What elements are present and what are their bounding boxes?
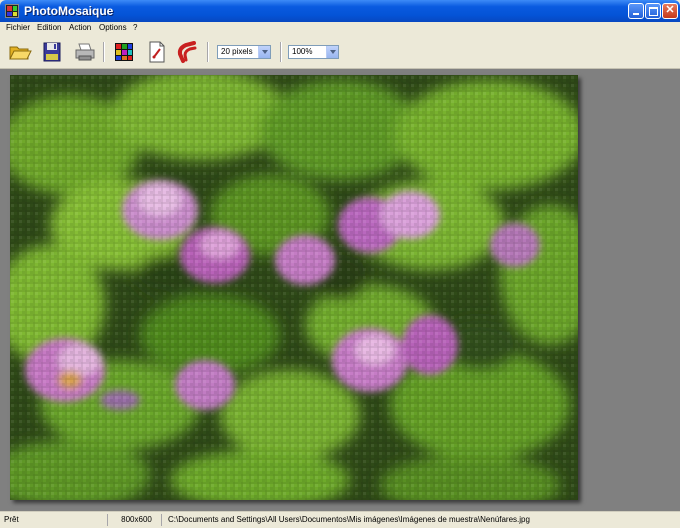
tile-size-value: 20 pixels: [221, 47, 253, 56]
maximize-button[interactable]: [645, 3, 661, 19]
mosaic-picture: [10, 75, 578, 500]
print-icon: [75, 43, 95, 61]
close-icon: ✕: [665, 4, 675, 16]
menu-fichier[interactable]: Fichier: [6, 23, 30, 32]
document-icon: [149, 41, 165, 63]
print-button[interactable]: [73, 40, 97, 64]
open-folder-icon: [9, 46, 32, 60]
status-text: Prêt: [4, 514, 108, 526]
minimize-button[interactable]: [628, 3, 644, 19]
toolbar-separator: [103, 42, 105, 62]
chevron-down-icon[interactable]: [326, 46, 338, 58]
toolbar: 20 pixels 100%: [0, 36, 680, 69]
save-disk-icon: [43, 42, 61, 62]
image-dimensions: 800x600: [112, 514, 162, 526]
window-title: PhotoMosaique: [24, 4, 114, 18]
toolbar-separator: [280, 42, 282, 62]
title-bar[interactable]: PhotoMosaique ✕: [0, 0, 680, 22]
status-bar: Prêt 800x600 C:\Documents and Settings\A…: [0, 511, 680, 528]
zoom-value: 100%: [292, 47, 313, 56]
minimize-icon: [633, 13, 639, 15]
menu-action[interactable]: Action: [69, 23, 91, 32]
maximize-icon: [648, 7, 658, 16]
mosaic-button[interactable]: [112, 40, 136, 64]
toolbar-separator: [207, 42, 209, 62]
workspace: [0, 69, 680, 511]
menu-help[interactable]: ?: [133, 23, 137, 32]
open-button[interactable]: [8, 40, 32, 64]
mosaic-grid-icon: [115, 43, 133, 61]
file-path: C:\Documents and Settings\All Users\Docu…: [168, 515, 530, 524]
magnet-button[interactable]: [176, 40, 200, 64]
document-button[interactable]: [145, 40, 169, 64]
tile-size-select[interactable]: 20 pixels: [217, 45, 271, 59]
close-button[interactable]: ✕: [662, 3, 678, 19]
zoom-select[interactable]: 100%: [288, 45, 339, 59]
save-button[interactable]: [40, 40, 64, 64]
app-icon: [5, 4, 19, 18]
menu-edition[interactable]: Edition: [37, 23, 61, 32]
menu-options[interactable]: Options: [99, 23, 127, 32]
magnet-icon: [177, 41, 197, 63]
mosaic-image[interactable]: [10, 75, 578, 500]
chevron-down-icon[interactable]: [258, 46, 270, 58]
menu-bar: Fichier Edition Action Options ?: [0, 22, 680, 36]
